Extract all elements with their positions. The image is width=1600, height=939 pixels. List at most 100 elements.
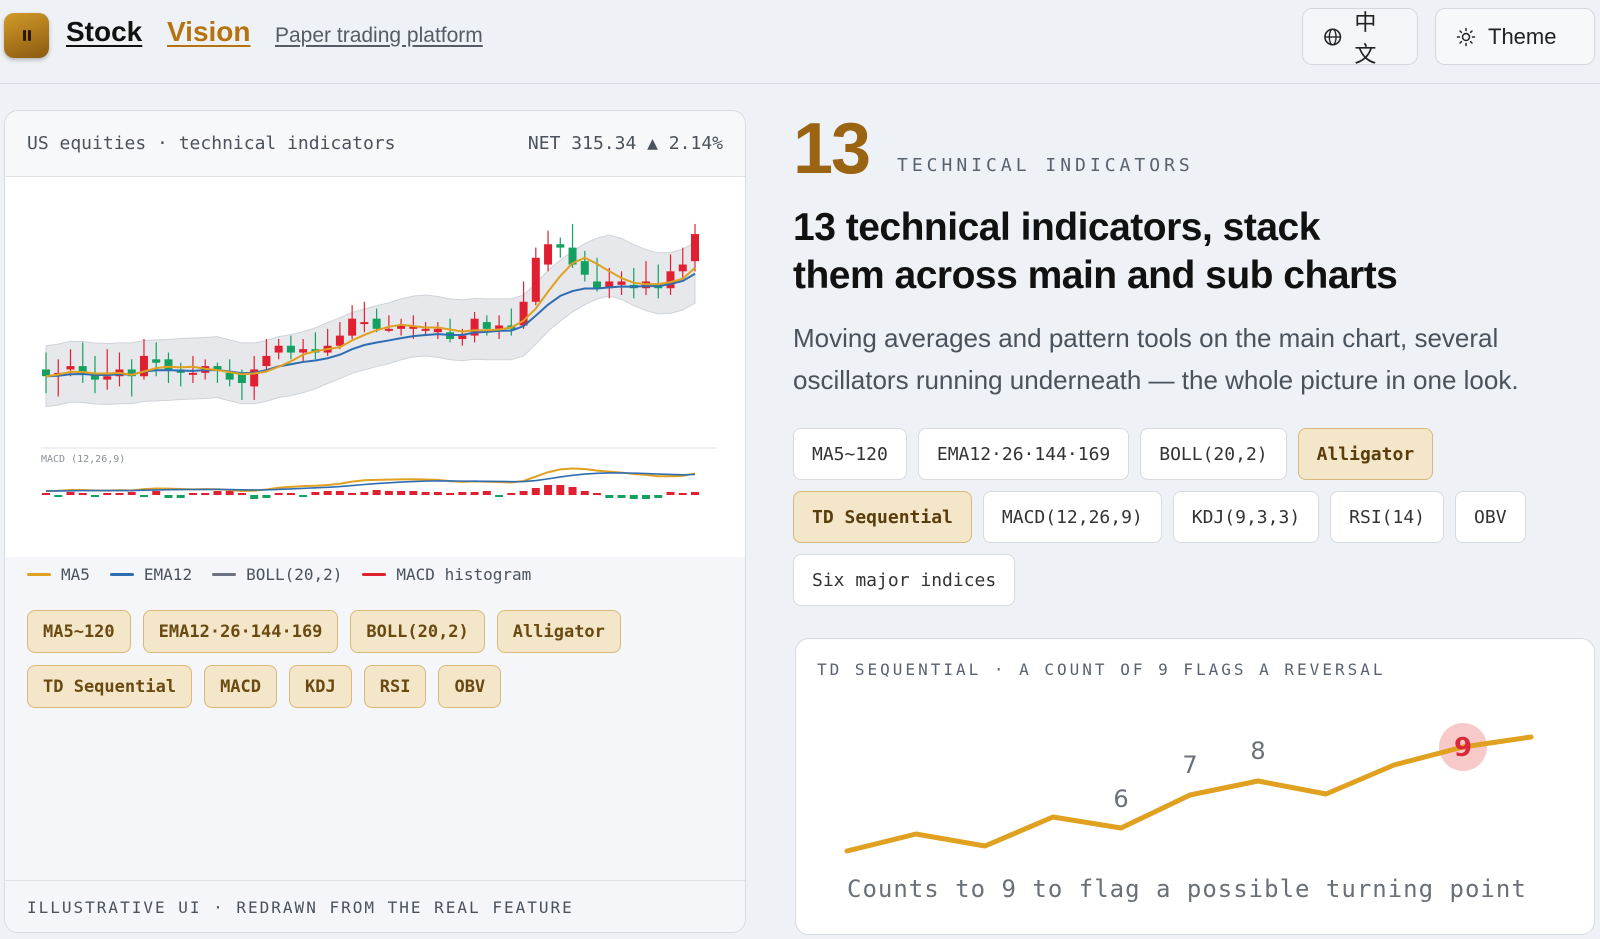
chip-ema[interactable]: EMA12·26·144·169: [917, 428, 1130, 480]
card-header: US equities · technical indicators NET 3…: [5, 111, 745, 177]
macd-bar: [605, 495, 614, 498]
language-button[interactable]: 中文: [1302, 8, 1418, 67]
description-line-2: oscillators running underneath — the who…: [793, 365, 1519, 395]
legend-item-macd: MACD histogram: [362, 565, 531, 584]
macd-bar: [103, 493, 112, 495]
macd-bar: [225, 491, 234, 495]
language-label: 中文: [1354, 9, 1377, 67]
candle-up: [617, 281, 626, 285]
tag-ma5-120[interactable]: MA5~120: [27, 610, 131, 653]
candle-down: [556, 244, 565, 248]
headline-line-1: 13 technical indicators, stack: [793, 206, 1320, 249]
legend-label: MA5: [61, 565, 90, 584]
tag-ema[interactable]: EMA12·26·144·169: [142, 610, 339, 653]
macd-bar: [286, 493, 295, 495]
candle-up: [274, 345, 283, 353]
candlestick-chart[interactable]: MACD (12,26,9): [5, 177, 746, 557]
app-logo-icon[interactable]: [4, 13, 49, 58]
macd-bar: [78, 493, 87, 495]
brand-name-vision[interactable]: Vision: [167, 16, 251, 48]
legend-swatch-macd: [362, 573, 387, 576]
macd-bar: [691, 492, 699, 495]
td-sequential-card: TD SEQUENTIAL · A COUNT OF 9 FLAGS A REV…: [795, 638, 1595, 935]
macd-bar: [127, 492, 136, 495]
candle-down: [152, 359, 161, 363]
candle-up: [678, 264, 687, 272]
globe-icon: [1324, 27, 1342, 46]
chip-ma5-120[interactable]: MA5~120: [793, 428, 907, 480]
candle-up: [384, 328, 393, 331]
candle-up: [66, 366, 75, 370]
tag-boll[interactable]: BOLL(20,2): [350, 610, 485, 653]
td-card-caption: Counts to 9 to flag a possible turning p…: [847, 875, 1527, 903]
chip-obv[interactable]: OBV: [1455, 491, 1526, 543]
brand-subtitle-link[interactable]: Paper trading platform: [275, 24, 483, 48]
indicator-preview-card: US equities · technical indicators NET 3…: [4, 110, 746, 933]
candle-down: [593, 281, 602, 289]
candle-up: [188, 372, 197, 375]
indicator-count-label: TECHNICAL INDICATORS: [897, 155, 1194, 176]
macd-bar: [470, 492, 479, 495]
bollinger-band: [45, 234, 696, 408]
indicator-count: 13: [793, 109, 871, 189]
macd-bar: [519, 491, 528, 495]
legend-swatch-ma5: [27, 573, 51, 576]
chip-kdj[interactable]: KDJ(9,3,3): [1172, 491, 1320, 543]
macd-bar: [335, 491, 344, 495]
illustrative-note: ILLUSTRATIVE UI · REDRAWN FROM THE REAL …: [27, 898, 574, 917]
tag-td-sequential[interactable]: TD Sequential: [27, 665, 193, 708]
chip-macd[interactable]: MACD(12,26,9): [982, 491, 1162, 543]
macd-bar: [642, 495, 651, 499]
macd-bar: [531, 488, 540, 495]
macd-bar: [311, 492, 320, 495]
chip-boll[interactable]: BOLL(20,2): [1140, 428, 1287, 480]
count-label-7: 7: [1182, 751, 1197, 779]
candle-up: [360, 322, 369, 325]
macd-bar: [66, 492, 75, 495]
candle-up: [262, 355, 271, 367]
candle-up: [666, 271, 675, 289]
section-description: Moving averages and pattern tools on the…: [793, 317, 1593, 401]
macd-bar: [188, 493, 197, 495]
macd-bar: [593, 493, 602, 495]
macd-bar: [250, 495, 259, 499]
sun-icon: [1456, 27, 1476, 46]
macd-bar: [446, 493, 455, 495]
tag-kdj[interactable]: KDJ: [289, 665, 352, 708]
macd-bar: [544, 485, 553, 495]
tag-alligator[interactable]: Alligator: [496, 610, 621, 653]
chip-alligator[interactable]: Alligator: [1297, 428, 1434, 480]
chip-six-major-indices[interactable]: Six major indices: [793, 554, 1016, 606]
brand-name-stock[interactable]: Stock: [66, 16, 142, 48]
macd-bar: [42, 493, 50, 495]
macd-bar: [90, 495, 99, 497]
macd-bar: [348, 493, 357, 495]
candle-up: [691, 234, 699, 262]
candlestick-chart-area[interactable]: MACD (12,26,9): [5, 177, 745, 557]
tag-macd[interactable]: MACD: [204, 665, 278, 708]
macd-bar: [115, 493, 124, 495]
tag-rsi[interactable]: RSI: [363, 665, 427, 708]
macd-bar: [556, 485, 565, 495]
theme-button[interactable]: Theme: [1435, 8, 1595, 65]
section-headline: 13 technical indicators, stack them acro…: [793, 204, 1573, 300]
legend-item-ma5: MA5: [27, 565, 90, 584]
macd-histogram-group: [42, 485, 699, 499]
macd-bar: [139, 495, 148, 497]
macd-bar: [568, 487, 577, 495]
tag-obv[interactable]: OBV: [438, 665, 502, 708]
macd-bar: [237, 493, 246, 495]
chip-rsi[interactable]: RSI(14): [1330, 491, 1445, 543]
macd-bar: [323, 491, 332, 495]
macd-bar: [629, 495, 638, 499]
count-label-8: 8: [1250, 737, 1265, 765]
chip-td-sequential[interactable]: TD Sequential: [793, 491, 972, 543]
macd-bar: [360, 492, 369, 495]
description-line-1: Moving averages and pattern tools on the…: [793, 323, 1499, 353]
legend-label: BOLL(20,2): [246, 565, 343, 584]
top-bar: Stock Vision Paper trading platform 中文 T…: [0, 0, 1600, 84]
macd-bar: [580, 491, 589, 495]
candle-up: [335, 335, 344, 346]
candle-up: [458, 335, 467, 339]
legend-label: EMA12: [143, 565, 193, 584]
